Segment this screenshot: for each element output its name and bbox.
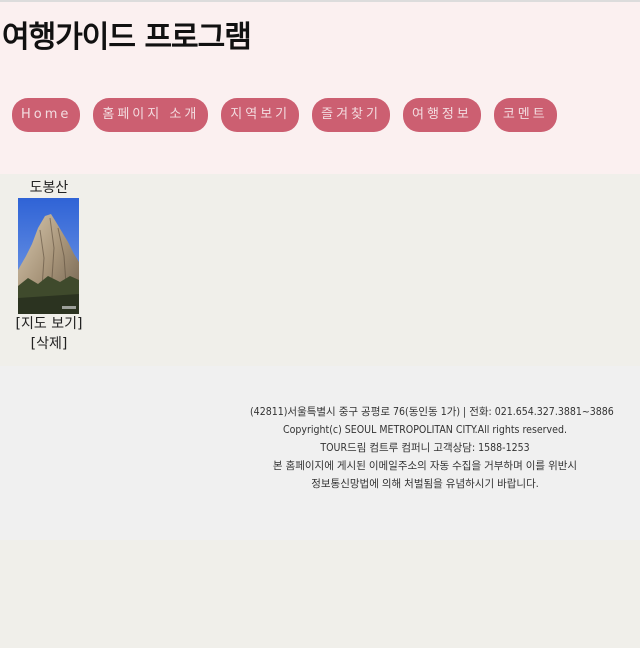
nav-favorites-button[interactable]: 즐겨찾기 xyxy=(312,98,390,132)
place-photo[interactable] xyxy=(18,198,79,314)
place-card: 도봉산 [지도 보기] [삭제] xyxy=(16,178,83,354)
site-header: 여행가이드 프로그램 Home 홈페이지 소개 지역보기 즐겨찾기 여행정보 코… xyxy=(0,2,640,174)
site-footer: (42811)서울특별시 중구 공평로 76(동인동 1가) | 전화: 021… xyxy=(0,366,640,540)
favorites-content: 도봉산 [지도 보기] [삭제] xyxy=(0,174,640,366)
nav-region-button[interactable]: 지역보기 xyxy=(221,98,300,132)
site-title: 여행가이드 프로그램 xyxy=(2,20,252,55)
nav-about-button[interactable]: 홈페이지 소개 xyxy=(93,98,209,132)
nav-comment-button[interactable]: 코멘트 xyxy=(493,98,557,132)
delete-link[interactable]: [삭제] xyxy=(6,334,92,354)
footer-copyright: Copyright(c) SEOUL METROPOLITAN CITY.All… xyxy=(283,424,567,436)
footer-contact: TOUR드림 컴트루 컴퍼니 고객상담: 1588-1253 xyxy=(320,442,530,454)
map-view-link[interactable]: [지도 보기] xyxy=(6,314,92,334)
footer-address: (42811)서울특별시 중구 공평로 76(동인동 1가) | 전화: 021… xyxy=(250,406,614,418)
main-nav: Home 홈페이지 소개 지역보기 즐겨찾기 여행정보 코멘트 xyxy=(12,98,557,132)
nav-travel-info-button[interactable]: 여행정보 xyxy=(402,98,481,132)
place-name: 도봉산 xyxy=(29,180,69,196)
footer-notice-1: 본 홈페이지에 게시된 이메일주소의 자동 수집을 거부하며 이를 위반시 xyxy=(272,460,578,472)
nav-home-button[interactable]: Home xyxy=(12,98,81,132)
footer-notice-2: 정보통신망법에 의해 처벌됨을 유념하시기 바랍니다. xyxy=(311,478,539,490)
footer-info: (42811)서울특별시 중구 공평로 76(동인동 1가) | 전화: 021… xyxy=(250,403,614,493)
